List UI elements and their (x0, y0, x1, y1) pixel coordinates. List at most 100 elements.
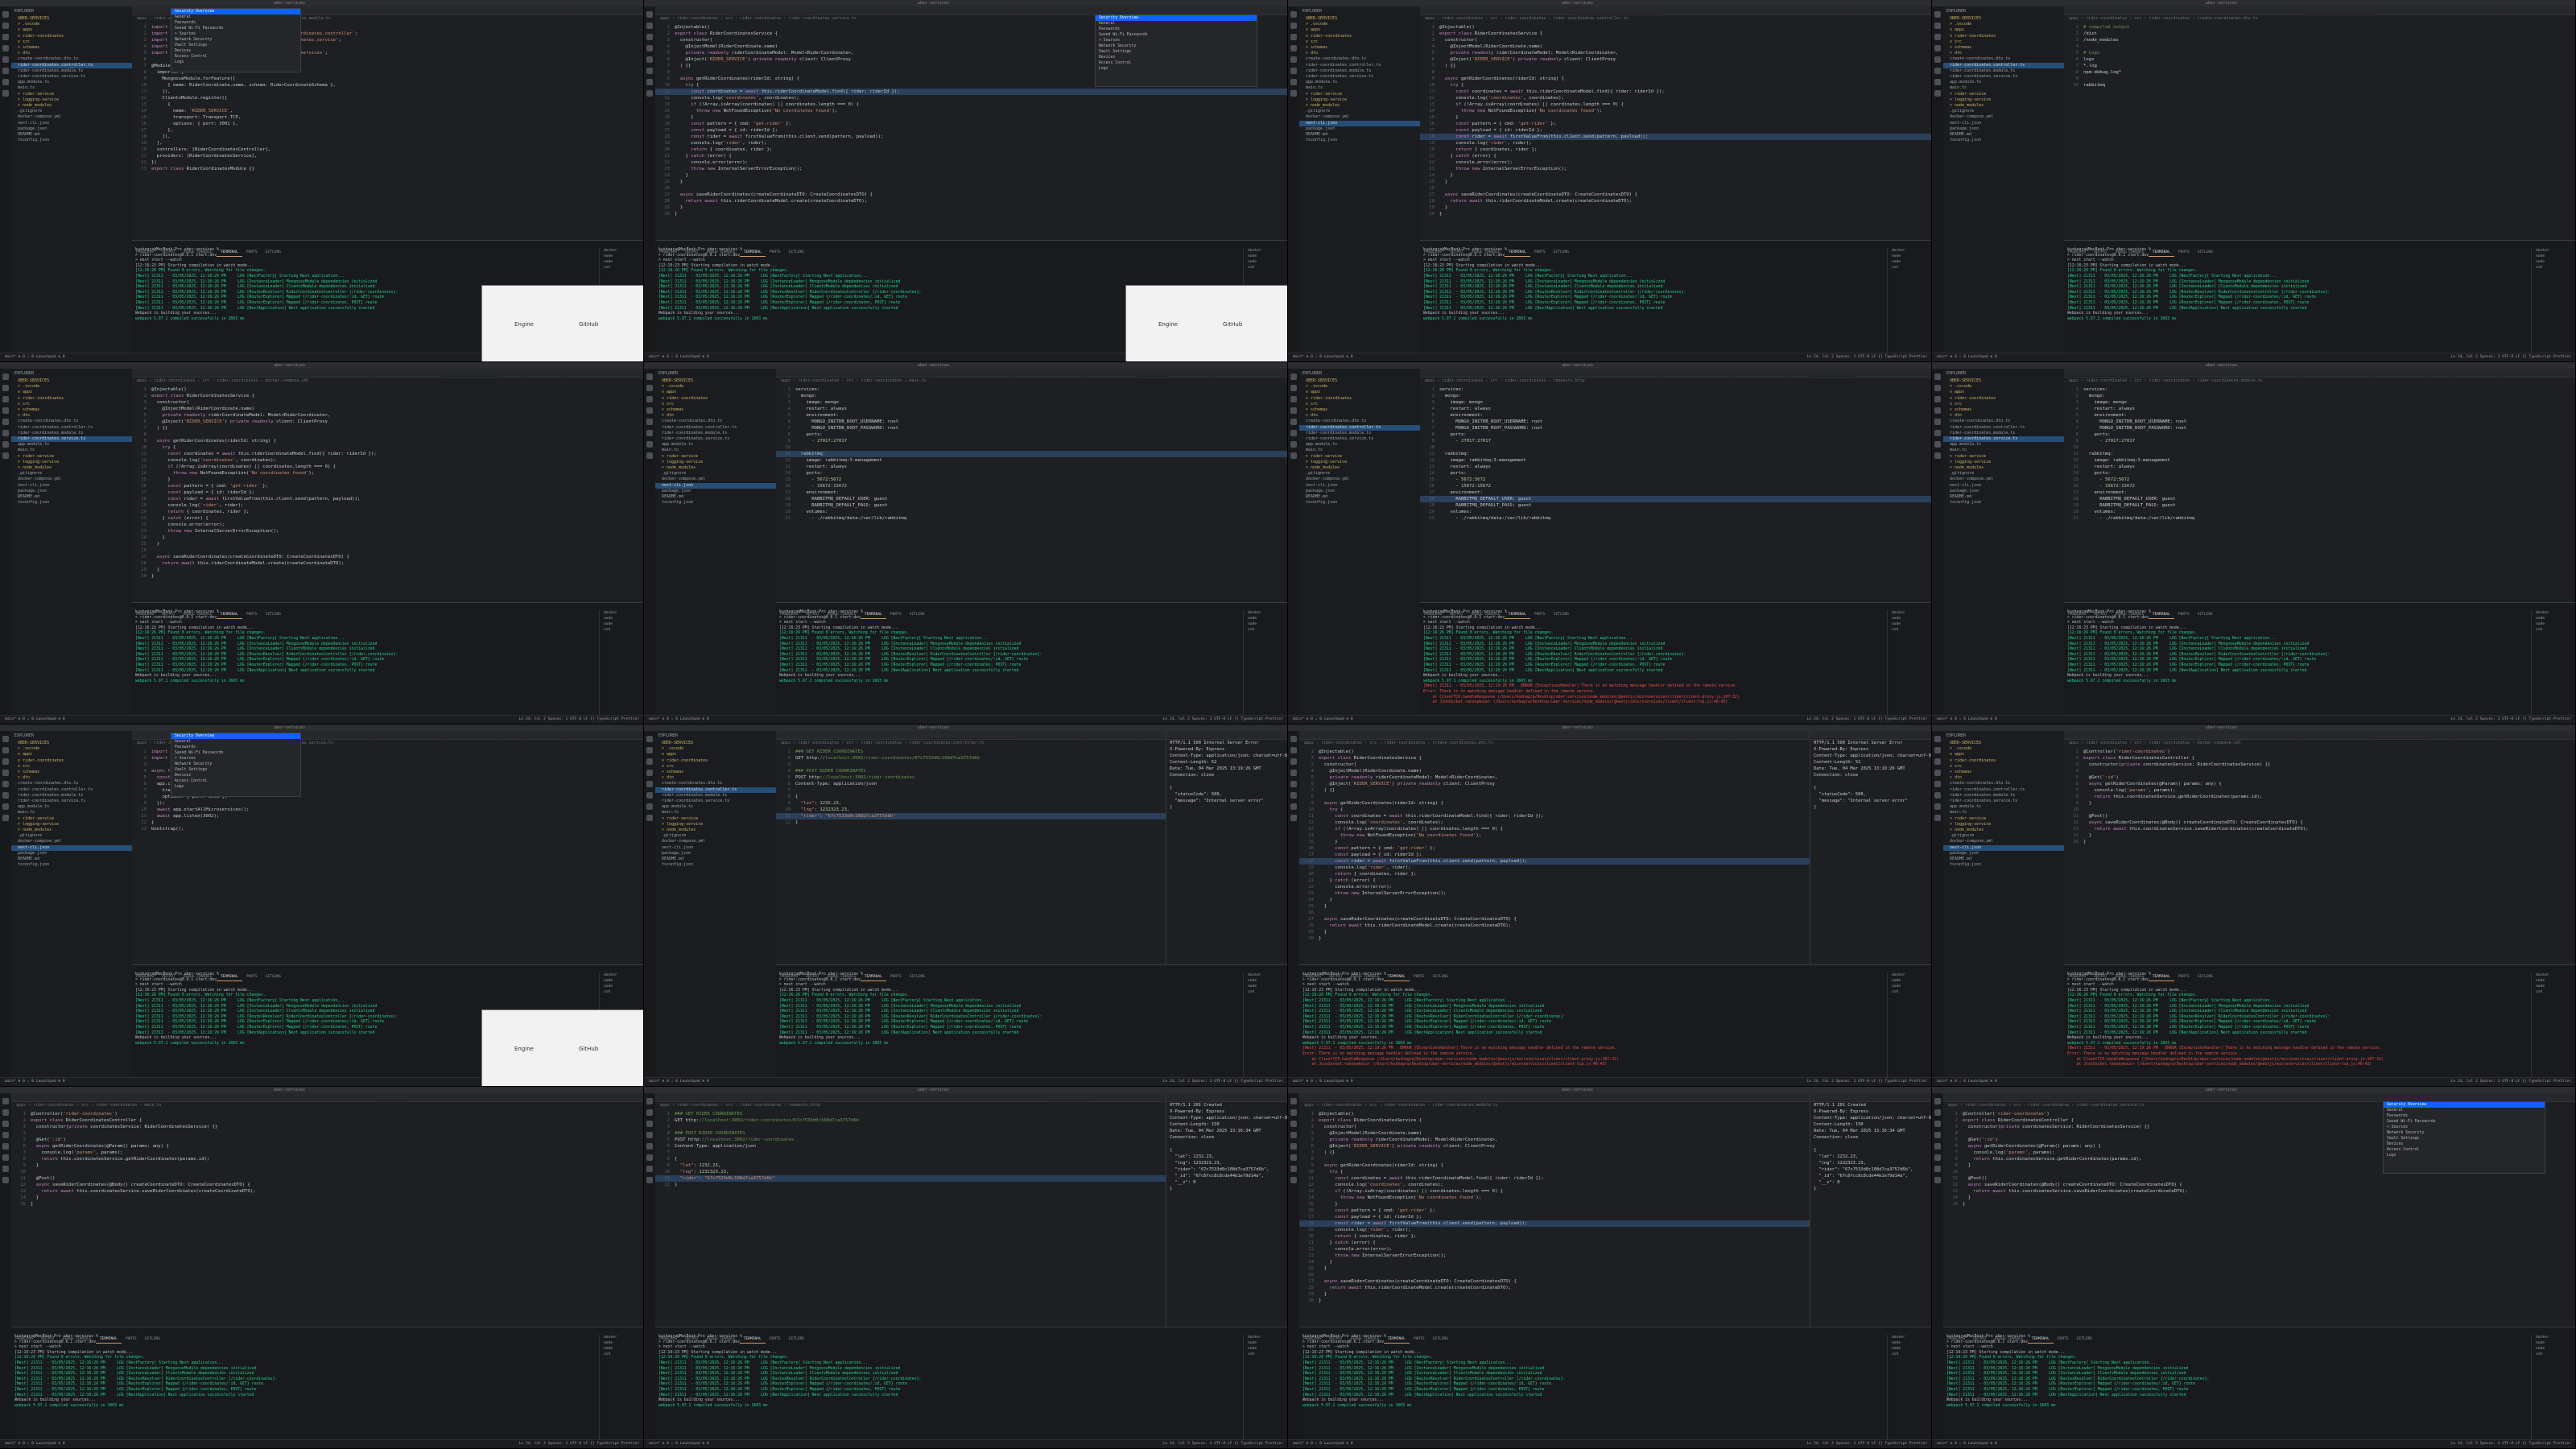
engine-link[interactable]: Engine (1158, 321, 1178, 328)
panel-tab-ports[interactable]: PORTS (1530, 611, 1550, 618)
explorer-item[interactable]: app.module.ts (1299, 80, 1420, 85)
terminal-instance[interactable]: node (600, 1340, 643, 1346)
panel-tab-ports[interactable]: PORTS (242, 611, 262, 618)
explorer-item[interactable]: > .vscode (1299, 22, 1420, 27)
panel-tab-ports[interactable]: PORTS (242, 973, 262, 980)
settings-icon[interactable] (1290, 1177, 1297, 1183)
terminal-instance[interactable]: zsh (600, 265, 643, 270)
status-left[interactable]: main* ⊗ 0 ⚠ 0 Launchpad ⊕ 0 (1293, 1440, 1353, 1448)
search-icon[interactable] (1290, 747, 1297, 753)
widget-item[interactable]: Access Control (171, 778, 300, 784)
explorer-item[interactable]: README.md (11, 132, 132, 138)
explorer-item[interactable]: README.md (1299, 494, 1420, 500)
explorer-item[interactable]: > schemas (11, 45, 132, 51)
extensions-icon[interactable] (2, 781, 9, 787)
widget-item[interactable]: Vault Settings (1096, 49, 1257, 55)
explorer-item[interactable]: > rider-service (655, 454, 776, 460)
explorer-item[interactable]: tsconfig.json (655, 500, 776, 506)
explorer-item[interactable]: > dto (655, 775, 776, 781)
settings-icon[interactable] (646, 90, 653, 97)
panel-tab-ports[interactable]: PORTS (242, 249, 262, 256)
explorer-item[interactable]: create-coordinates.dto.ts (11, 781, 132, 786)
panel-tab-ports[interactable]: PORTS (2174, 249, 2194, 256)
docker-icon[interactable] (646, 1154, 653, 1161)
explorer-item[interactable]: > dto (11, 775, 132, 781)
explorer-item[interactable]: create-coordinates.dto.ts (655, 419, 776, 424)
explorer-item[interactable]: nest-cli.json (11, 844, 132, 851)
terminal-instance[interactable]: zsh (1888, 265, 1931, 270)
github-link[interactable]: GitHub (1223, 321, 1242, 328)
panel-tab-gitlens[interactable]: GITLENS (2194, 973, 2217, 980)
explorer-item[interactable]: v apps (11, 27, 132, 33)
panel-tab-terminal[interactable]: TERMINAL (739, 249, 766, 257)
search-icon[interactable] (1934, 23, 1941, 29)
explorer-item[interactable]: create-coordinates.dto.ts (11, 56, 132, 62)
explorer-item[interactable]: main.ts (1943, 810, 2064, 815)
docker-icon[interactable] (1290, 1154, 1297, 1161)
widget-item[interactable]: Vault Settings (171, 767, 300, 773)
explorer-item[interactable]: v src (1943, 39, 2064, 45)
explorer-item[interactable]: package.json (1943, 851, 2064, 857)
accounts-icon[interactable] (646, 1166, 653, 1172)
explorer-item[interactable]: > rider-service (1299, 454, 1420, 460)
run-debug-icon[interactable] (646, 1132, 653, 1138)
status-left[interactable]: main* ⊗ 0 ⚠ 0 Launchpad ⊕ 0 (5, 1440, 65, 1448)
panel-tab-terminal[interactable]: TERMINAL (860, 973, 886, 981)
explorer-item[interactable]: create-coordinates.dto.ts (1943, 56, 2064, 62)
search-icon[interactable] (646, 747, 653, 753)
terminal-instance[interactable]: zsh (600, 1352, 643, 1357)
explorer-item[interactable]: create-coordinates.dto.ts (1299, 419, 1420, 424)
terminal-instance[interactable]: docker (1244, 248, 1287, 254)
explorer-item[interactable]: > .vscode (655, 384, 776, 390)
explorer-icon[interactable] (646, 736, 653, 742)
explorer-item[interactable]: rider-coordinates.controller.ts (655, 786, 776, 793)
extensions-icon[interactable] (1934, 419, 1941, 425)
explorer-item[interactable]: > .vscode (1943, 384, 2064, 390)
source-control-icon[interactable] (2, 396, 9, 402)
panel-tab-terminal[interactable]: TERMINAL (2148, 973, 2174, 981)
terminal-instance[interactable]: node (1244, 978, 1287, 984)
accounts-icon[interactable] (646, 441, 653, 448)
terminal-instance[interactable]: docker (1244, 610, 1287, 616)
terminal-instance[interactable]: zsh (1888, 1352, 1931, 1357)
run-debug-icon[interactable] (1934, 45, 1941, 52)
terminal-instance[interactable]: node (1888, 1346, 1931, 1352)
explorer-item[interactable]: README.md (655, 494, 776, 500)
status-right[interactable]: Ln 24, Col 2 Spaces: 2 UTF-8 LF {} TypeS… (2451, 353, 2571, 361)
explorer-item[interactable]: nest-cli.json (11, 121, 132, 126)
explorer-item[interactable]: > .vscode (655, 746, 776, 752)
explorer-icon[interactable] (1290, 374, 1297, 380)
terminal-instance[interactable]: node (2532, 621, 2575, 627)
terminal-instance[interactable]: zsh (2532, 989, 2575, 995)
explorer-item[interactable]: nest-cli.json (1943, 844, 2064, 851)
run-debug-icon[interactable] (1934, 770, 1941, 776)
terminal-instance[interactable]: node (1888, 259, 1931, 265)
explorer-item[interactable]: v rider-coordinates (1943, 34, 2064, 39)
explorer-item[interactable]: > schemas (1299, 407, 1420, 413)
terminal-instance[interactable]: node (1244, 1340, 1287, 1346)
source-control-icon[interactable] (1934, 396, 1941, 402)
explorer-item[interactable]: create-coordinates.dto.ts (655, 781, 776, 786)
explorer-item[interactable]: rider-coordinates.controller.ts (1943, 787, 2064, 793)
explorer-icon[interactable] (2, 1098, 9, 1104)
explorer-item[interactable]: README.md (1943, 494, 2064, 500)
explorer-item[interactable]: rider-coordinates.module.ts (1943, 431, 2064, 436)
explorer-item[interactable]: .gitignore (11, 471, 132, 477)
terminal-instance[interactable]: docker (2532, 972, 2575, 978)
source-control-icon[interactable] (1290, 1121, 1297, 1127)
explorer-item[interactable]: > dto (1943, 413, 2064, 419)
explorer-item[interactable]: package.json (1943, 489, 2064, 494)
explorer-item[interactable]: v src (655, 402, 776, 407)
explorer-item[interactable]: > schemas (1943, 770, 2064, 775)
explorer-item[interactable]: > rider-service (11, 92, 132, 97)
explorer-item[interactable]: package.json (655, 851, 776, 857)
terminal-instance[interactable]: node (1888, 254, 1931, 259)
run-debug-icon[interactable] (1934, 407, 1941, 414)
source-control-icon[interactable] (646, 758, 653, 765)
explorer-item[interactable]: package.json (655, 489, 776, 494)
explorer-item[interactable]: > rider-service (655, 816, 776, 822)
explorer-item[interactable]: UBER-SERVICES (655, 741, 776, 746)
search-icon[interactable] (2, 385, 9, 391)
terminal-output[interactable]: kushagra@MacBook-Pro uber-services % > ri… (1420, 248, 1886, 322)
explorer-item[interactable]: > node_modules (1299, 465, 1420, 471)
